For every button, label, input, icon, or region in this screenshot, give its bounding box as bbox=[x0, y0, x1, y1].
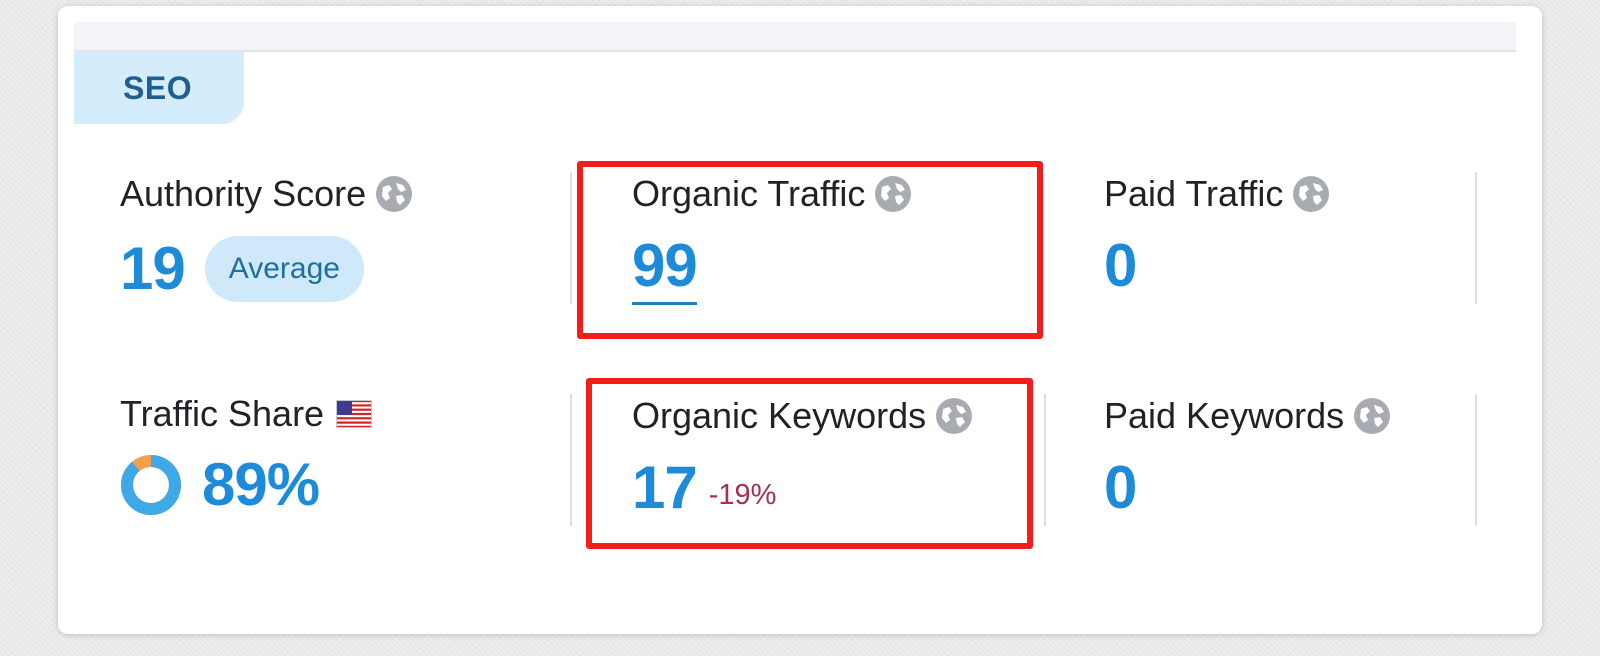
seo-tab[interactable]: SEO bbox=[74, 52, 244, 124]
column-divider bbox=[1475, 172, 1477, 304]
authority-score-metric: Authority Score 19 Average bbox=[120, 174, 414, 302]
globe-icon[interactable] bbox=[374, 174, 414, 214]
card-header-strip bbox=[74, 22, 1516, 52]
traffic-share-donut bbox=[121, 455, 181, 515]
column-divider bbox=[1044, 394, 1046, 526]
paid-keywords-metric: Paid Keywords 0 bbox=[1104, 396, 1392, 518]
authority-score-label: Authority Score bbox=[120, 173, 367, 214]
us-flag-icon bbox=[336, 400, 373, 428]
paid-keywords-value: 0 bbox=[1104, 454, 1137, 521]
organic-keywords-highlight-box bbox=[586, 378, 1033, 549]
column-divider bbox=[570, 394, 572, 526]
traffic-share-label: Traffic Share bbox=[120, 393, 325, 434]
globe-icon[interactable] bbox=[1352, 396, 1392, 436]
seo-overview-card: SEO Authority Score 19 Average Organic T… bbox=[58, 6, 1542, 634]
traffic-share-value: 89% bbox=[202, 451, 320, 518]
traffic-share-metric: Traffic Share 89% bbox=[120, 393, 373, 518]
paid-traffic-value: 0 bbox=[1104, 232, 1137, 299]
column-divider bbox=[1475, 394, 1477, 526]
organic-traffic-highlight-box bbox=[577, 161, 1043, 339]
paid-traffic-metric: Paid Traffic 0 bbox=[1104, 174, 1331, 296]
paid-keywords-label: Paid Keywords bbox=[1104, 395, 1345, 436]
authority-level-badge: Average bbox=[204, 236, 364, 302]
column-divider bbox=[570, 172, 572, 304]
seo-tab-label: SEO bbox=[123, 69, 193, 106]
paid-traffic-label: Paid Traffic bbox=[1104, 173, 1284, 214]
globe-icon[interactable] bbox=[1291, 174, 1331, 214]
authority-score-value: 19 bbox=[120, 235, 186, 302]
